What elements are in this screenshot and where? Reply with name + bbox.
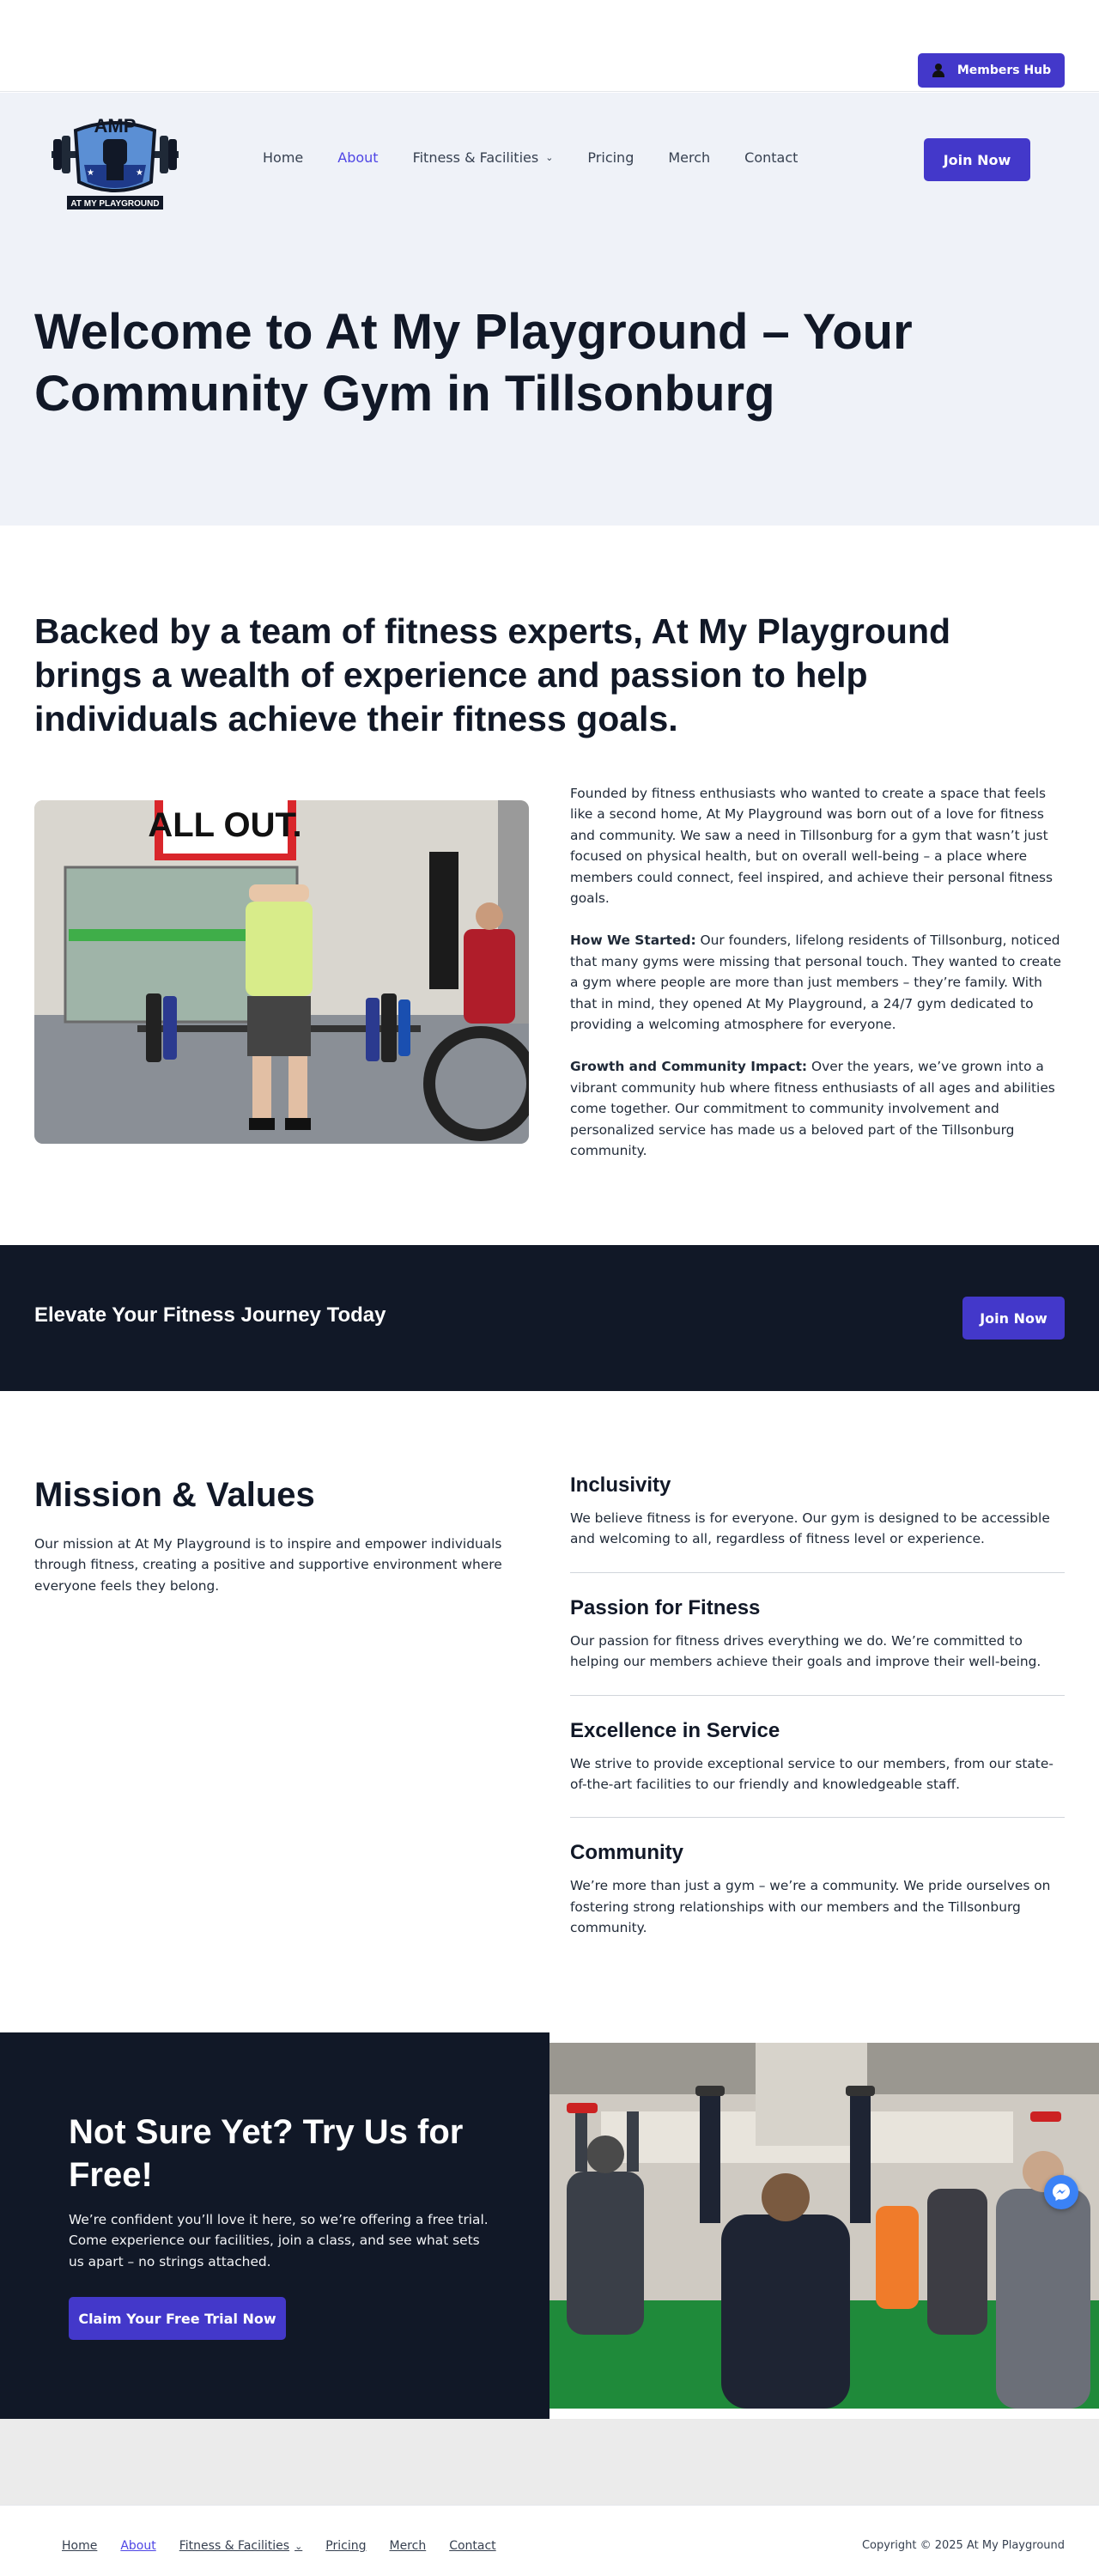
top-bar: Members Hub xyxy=(0,0,1099,92)
footer-nav: Home About Fitness & Facilities ⌄ Pricing Mer… xyxy=(62,2539,496,2553)
cta-join-now-button[interactable]: Join Now xyxy=(962,1297,1065,1340)
chevron-down-icon: ⌄ xyxy=(545,152,554,163)
about-body: Founded by fitness enthusiasts who wante… xyxy=(570,783,1068,1183)
cta-band: Elevate Your Fitness Journey Today Join … xyxy=(0,1245,1099,1391)
nav-item-contact[interactable]: Contact xyxy=(744,149,798,166)
value-title: Community xyxy=(570,1841,683,1865)
value-item: Community We’re more than just a gym – we… xyxy=(570,1841,1065,1960)
spacer-band xyxy=(0,2419,1099,2505)
nav-item-label: Home xyxy=(263,149,304,166)
footer-link-about[interactable]: About xyxy=(120,2539,155,2553)
about-paragraph-3: Growth and Community Impact: Over the ye… xyxy=(570,1056,1068,1161)
chevron-down-icon: ⌄ xyxy=(294,2540,303,2552)
logo-text-bottom: AT MY PLAYGROUND xyxy=(70,199,159,209)
nav-item-label: Pricing xyxy=(587,149,635,166)
about-paragraph-2: How We Started: Our founders, lifelong r… xyxy=(570,930,1068,1035)
members-hub-label: Members Hub xyxy=(956,64,1052,77)
main-nav: Home About Fitness & Facilities ⌄ Pricing Mer… xyxy=(263,149,798,166)
footer-link-label: Fitness & Facilities xyxy=(179,2539,290,2553)
svg-text:★: ★ xyxy=(136,168,143,178)
mission-text: Our mission at At My Playground is to in… xyxy=(34,1536,502,1594)
footer: Home About Fitness & Facilities ⌄ Pricing Mer… xyxy=(0,2505,1099,2576)
footer-link-label: About xyxy=(120,2539,156,2553)
cta-heading: Elevate Your Fitness Journey Today xyxy=(34,1303,386,1327)
all-out-sign-text: ALL OUT. xyxy=(148,806,301,844)
join-now-button[interactable]: Join Now xyxy=(924,138,1030,181)
nav-item-home[interactable]: Home xyxy=(263,149,303,166)
nav-item-label: Fitness & Facilities xyxy=(412,149,539,166)
values-list: Inclusivity We believe fitness is for eve… xyxy=(570,1473,1065,1984)
logo-text-top: AMP xyxy=(94,115,137,137)
value-text: We strive to provide exceptional service… xyxy=(570,1755,1053,1793)
footer-link-pricing[interactable]: Pricing xyxy=(325,2539,366,2553)
nav-item-label: Merch xyxy=(668,149,711,166)
mission-title: Mission & Values xyxy=(34,1476,315,1514)
how-we-started-label: How We Started: xyxy=(570,933,696,949)
value-text: We’re more than just a gym – we’re a com… xyxy=(570,1878,1051,1936)
growth-label: Growth and Community Impact: xyxy=(570,1059,808,1075)
value-item: Passion for Fitness Our passion for fitne… xyxy=(570,1596,1065,1696)
footer-link-label: Merch xyxy=(389,2539,427,2553)
messenger-chat-button[interactable] xyxy=(1044,2175,1078,2209)
free-trial-heading: Not Sure Yet? Try Us for Free! xyxy=(69,2113,464,2194)
footer-link-label: Pricing xyxy=(325,2539,367,2553)
value-item: Inclusivity We believe fitness is for eve… xyxy=(570,1473,1065,1573)
gym-deadlift-photo: ALL OUT. xyxy=(34,800,529,1144)
footer-link-label: Contact xyxy=(449,2539,496,2553)
page-title: Welcome to At My Playground – Your Commu… xyxy=(34,304,913,422)
footer-link-home[interactable]: Home xyxy=(62,2539,97,2553)
nav-item-label: About xyxy=(337,149,379,166)
free-trial-panel: Not Sure Yet? Try Us for Free! We’re con… xyxy=(0,2032,550,2419)
site-logo[interactable]: ★ ★ AMP AT MY PLAYGROUND xyxy=(50,113,180,215)
value-title: Inclusivity xyxy=(570,1473,671,1497)
copyright: Copyright © 2025 At My Playground xyxy=(861,2539,1065,2552)
members-hub-button[interactable]: Members Hub xyxy=(918,53,1065,88)
footer-link-merch[interactable]: Merch xyxy=(389,2539,426,2553)
nav-item-pricing[interactable]: Pricing xyxy=(587,149,634,166)
about-heading: Backed by a team of fitness experts, At … xyxy=(34,611,951,738)
value-text: We believe fitness is for everyone. Our … xyxy=(570,1510,1050,1547)
nav-item-label: Contact xyxy=(744,149,798,166)
user-icon xyxy=(932,64,945,77)
value-title: Excellence in Service xyxy=(570,1718,780,1742)
value-item: Excellence in Service We strive to provid… xyxy=(570,1719,1065,1819)
value-title: Passion for Fitness xyxy=(570,1595,761,1619)
free-trial-text: We’re confident you’ll love it here, so … xyxy=(69,2212,489,2269)
footer-link-contact[interactable]: Contact xyxy=(449,2539,495,2553)
nav-item-fitness-facilities[interactable]: Fitness & Facilities ⌄ xyxy=(413,149,554,166)
svg-text:★: ★ xyxy=(87,168,94,178)
nav-item-merch[interactable]: Merch xyxy=(668,149,710,166)
fitness-class-photo xyxy=(550,2043,1099,2409)
footer-link-label: Home xyxy=(62,2539,98,2553)
claim-free-trial-button[interactable]: Claim Your Free Trial Now xyxy=(69,2297,286,2340)
footer-link-fitness-facilities[interactable]: Fitness & Facilities ⌄ xyxy=(179,2539,303,2553)
about-paragraph-1: Founded by fitness enthusiasts who wante… xyxy=(570,786,1053,907)
nav-item-about[interactable]: About xyxy=(337,149,378,166)
value-text: Our passion for fitness drives everythin… xyxy=(570,1632,1041,1670)
hero-section: ★ ★ AMP AT MY PLAYGROUND Home About Fitnes… xyxy=(0,93,1099,526)
messenger-icon xyxy=(1053,2184,1070,2201)
